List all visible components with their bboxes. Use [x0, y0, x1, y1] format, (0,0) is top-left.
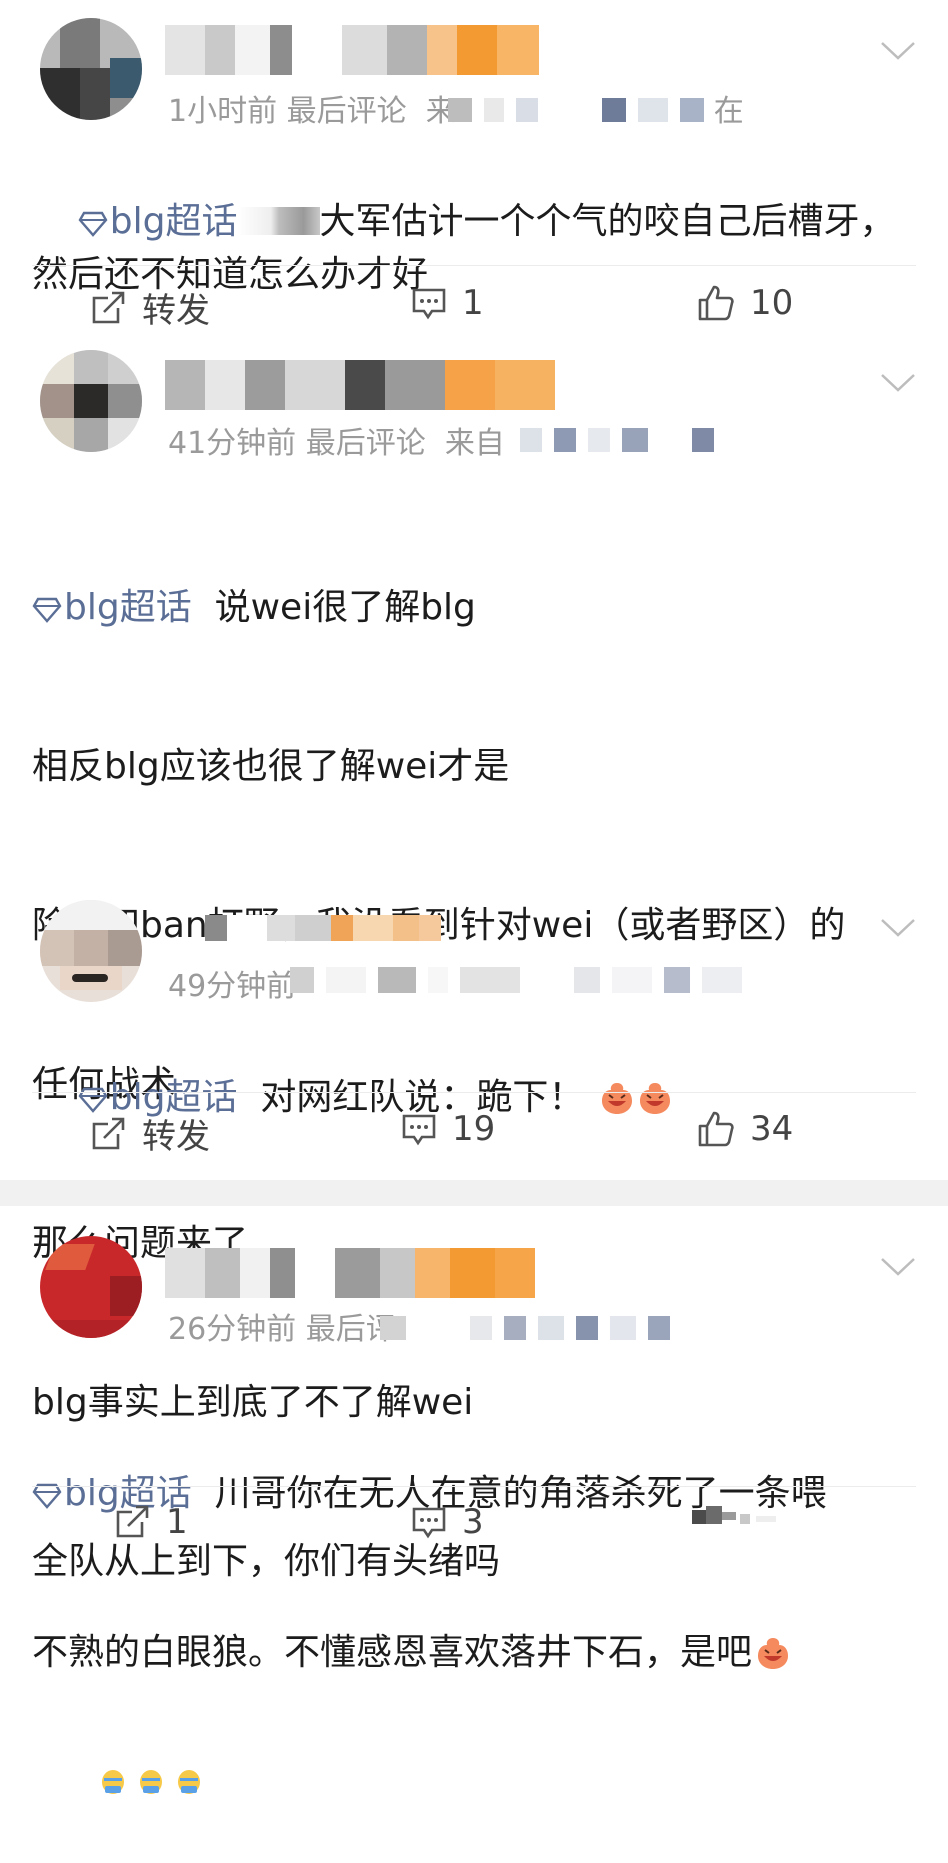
username-blurred[interactable]	[165, 1248, 535, 1298]
source-blurred	[520, 428, 714, 452]
post-body: blg超话 川哥你在无人在意的角落杀死了一条喂 不熟的白眼狼。不懂感恩喜欢落井下…	[32, 1361, 908, 1785]
source-blurred	[290, 967, 742, 993]
share-icon	[92, 1117, 125, 1149]
thumbs-up-icon	[698, 285, 734, 321]
action-bar: 1 3	[0, 1502, 948, 1562]
action-bar: 转发 19 34	[0, 1109, 948, 1169]
topic-tag[interactable]: blg超话	[32, 587, 192, 628]
post-3: 49分钟前 blg超话 对网红队说：跪下！ 转发 19 34	[0, 895, 948, 1180]
topic-tag[interactable]: blg超话	[78, 201, 238, 242]
thumbs-up-icon	[698, 1111, 734, 1147]
source-blurred	[380, 1316, 670, 1340]
like-button-blurred[interactable]	[690, 1502, 790, 1532]
repost-button[interactable]: 转发	[88, 1109, 210, 1158]
avatar[interactable]	[40, 18, 142, 120]
post-meta: 49分钟前	[168, 969, 297, 1004]
diamond-icon	[32, 597, 62, 623]
username-blurred[interactable]	[205, 915, 441, 941]
action-bar: 转发 1 10	[0, 283, 948, 343]
chevron-down-icon[interactable]	[880, 917, 916, 939]
text-line: blg超话 说wei很了解blg	[32, 581, 908, 634]
comment-button[interactable]: 3	[410, 1502, 484, 1542]
laughing-emoji-icon	[758, 1638, 789, 1669]
avatar[interactable]	[40, 1236, 142, 1338]
like-button[interactable]: 10	[696, 283, 793, 323]
divider	[32, 1486, 916, 1487]
diamond-icon	[78, 211, 108, 237]
text-line: 不熟的白眼狼。不懂感恩喜欢落井下石，是吧	[32, 1626, 908, 1679]
chevron-down-icon[interactable]	[880, 40, 916, 62]
chevron-down-icon[interactable]	[880, 372, 916, 394]
avatar[interactable]	[40, 350, 142, 452]
repost-button[interactable]: 转发	[88, 283, 210, 332]
comment-icon	[412, 288, 446, 320]
divider	[32, 265, 916, 266]
post-4: 26分钟前 最后评 blg超话 川哥你在无人在意的角落杀死了一条喂 不熟的白眼狼…	[0, 1206, 948, 1673]
comment-button[interactable]: 1	[410, 283, 484, 323]
divider	[32, 1092, 916, 1093]
comment-icon	[402, 1114, 436, 1146]
post-1: 1小时前 最后评论 来在 blg超话 大军估计一个个气的咬自己后槽牙，然后还不知道…	[0, 0, 948, 350]
text-line: 相反blg应该也很了解wei才是	[32, 746, 510, 787]
blurred-like-icon	[692, 1506, 776, 1524]
share-icon	[116, 1505, 149, 1538]
share-icon	[92, 291, 125, 323]
repost-button[interactable]: 1	[112, 1502, 188, 1542]
chevron-down-icon[interactable]	[880, 1256, 916, 1278]
section-separator	[0, 1180, 948, 1206]
source-blurred	[448, 98, 704, 122]
comment-icon	[412, 1507, 446, 1539]
comment-button[interactable]: 19	[400, 1109, 495, 1149]
blurred-text	[237, 207, 320, 235]
username-blurred[interactable]	[165, 360, 555, 410]
post-meta: 26分钟前 最后评	[168, 1312, 396, 1347]
username-blurred[interactable]	[165, 25, 539, 75]
post-meta: 41分钟前 最后评论 来自	[168, 426, 505, 461]
post-2: 41分钟前 最后评论 来自 blg超话 说wei很了解blg 相反blg应该也很…	[0, 350, 948, 1794]
avatar[interactable]	[40, 900, 142, 1002]
like-button[interactable]: 34	[696, 1109, 793, 1149]
